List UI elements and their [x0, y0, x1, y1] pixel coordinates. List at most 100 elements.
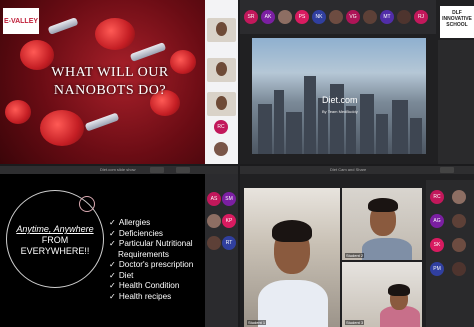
- meeting-collage: E-VALLEY WHAT WILL OUR NANOBOTS DO? RC S…: [0, 0, 474, 327]
- list-item-label: Allergies: [118, 218, 151, 227]
- avatar-initials: AS: [210, 196, 218, 202]
- avatar[interactable]: RC: [214, 120, 228, 134]
- services-list: ✓ Allergies ✓ Deficiencies ✓ Particular Nut…: [109, 218, 207, 302]
- blood-cell-image: [95, 18, 135, 50]
- nanobot-image: [84, 112, 120, 132]
- toolbar-button[interactable]: [176, 167, 190, 173]
- avatar-initials: RJ: [417, 14, 425, 20]
- skyline-image: [360, 94, 374, 154]
- list-item: ✓ Deficiencies: [109, 229, 207, 240]
- avatar[interactable]: [397, 10, 411, 24]
- toolbar-button[interactable]: [440, 167, 454, 173]
- diet-presentation-window: SR AK PS NK VG MT RJ DLF INNOVATIVE SCHO…: [240, 0, 474, 164]
- participant-video: [207, 58, 236, 82]
- avatar[interactable]: RJ: [414, 10, 428, 24]
- checkmark-icon: ✓: [109, 228, 116, 238]
- participant-name: Student 2: [345, 253, 365, 258]
- avatar[interactable]: SK: [430, 238, 444, 252]
- services-slide: Anytime, Anywhere FROM EVERYWHERE!! ✓ All…: [0, 174, 205, 327]
- checkmark-icon: ✓: [109, 291, 116, 301]
- avatar[interactable]: AK: [261, 10, 275, 24]
- avatar[interactable]: [452, 262, 466, 276]
- skyline-image: [392, 100, 408, 154]
- participant-video[interactable]: Student 3: [342, 262, 422, 327]
- checkmark-icon: ✓: [109, 260, 116, 269]
- avatar-initials: RC: [217, 124, 225, 130]
- avatar-initials: KP: [225, 218, 233, 224]
- avatar-initials: SR: [247, 14, 255, 20]
- avatar[interactable]: PS: [295, 10, 309, 24]
- avatar[interactable]: PM: [430, 262, 444, 276]
- avatar[interactable]: [278, 10, 292, 24]
- window-title: Diet Cam and Share: [330, 167, 367, 172]
- checkmark-icon: ✓: [109, 239, 116, 248]
- participant-strip: RC: [205, 0, 238, 164]
- participant-name: Student 1: [247, 320, 267, 325]
- avatar-initials: AG: [433, 218, 441, 224]
- decorative-circle: [79, 196, 95, 212]
- tagline-italic: Anytime, Anywhere: [16, 224, 94, 234]
- avatar[interactable]: [452, 190, 466, 204]
- participant-strip: RC AG SK PM: [426, 180, 474, 327]
- avatar[interactable]: [207, 236, 221, 250]
- avatar[interactable]: [329, 10, 343, 24]
- list-item: ✓ Health recipes: [109, 292, 207, 303]
- diet-slide: Diet.com By Team MedBuddy: [252, 38, 426, 154]
- toolbar-button[interactable]: [150, 167, 164, 173]
- avatar[interactable]: AG: [430, 214, 444, 228]
- avatar-initials: AK: [264, 14, 272, 20]
- participant-image: [388, 284, 410, 296]
- avatar-initials: RT: [225, 240, 233, 246]
- tagline-rest: FROM EVERYWHERE!!: [20, 235, 90, 256]
- blood-cell-image: [40, 110, 84, 146]
- list-item: ✓ Allergies: [109, 218, 207, 229]
- slide-title: WHAT WILL OUR NANOBOTS DO?: [51, 65, 169, 98]
- window-title-bar: Diet.com slide show: [0, 166, 238, 174]
- list-item-label: Doctor's prescription: [118, 260, 194, 269]
- avatar[interactable]: RT: [222, 236, 236, 250]
- skyline-image: [274, 90, 284, 154]
- avatar[interactable]: SM: [222, 192, 236, 206]
- slide-title: Diet.com: [322, 95, 358, 105]
- participant-image: [258, 280, 328, 327]
- services-slide-window: Diet.com slide show Anytime, Anywhere FR…: [0, 166, 238, 327]
- list-item: ✓ Doctor's prescription: [109, 260, 207, 271]
- list-item-label: Health recipes: [118, 291, 172, 301]
- avatar[interactable]: KP: [222, 214, 236, 228]
- avatar[interactable]: NK: [312, 10, 326, 24]
- nanobots-meeting-window: E-VALLEY WHAT WILL OUR NANOBOTS DO? RC: [0, 0, 238, 164]
- skyline-image: [410, 118, 422, 154]
- avatar[interactable]: [214, 142, 228, 156]
- skyline-image: [258, 104, 272, 154]
- participant-video: [207, 18, 236, 42]
- list-item-label: Diet: [118, 270, 134, 280]
- nanobots-slide: E-VALLEY WHAT WILL OUR NANOBOTS DO?: [0, 0, 205, 164]
- avatar[interactable]: RC: [430, 190, 444, 204]
- list-item-label: Requirements: [118, 249, 169, 259]
- list-item: ✓ Health Condition: [109, 281, 207, 292]
- avatar[interactable]: [207, 214, 221, 228]
- skyline-image: [304, 76, 316, 154]
- window-title-bar: Diet Cam and Share: [240, 166, 474, 174]
- avatar-initials: RC: [433, 194, 441, 200]
- avatar[interactable]: [363, 10, 377, 24]
- avatar[interactable]: MT: [380, 10, 394, 24]
- school-logo: E-VALLEY: [3, 8, 39, 34]
- participant-video[interactable]: Student 1: [244, 188, 340, 327]
- participant-name: Student 3: [345, 320, 365, 325]
- avatar[interactable]: VG: [346, 10, 360, 24]
- avatar-initials: PM: [433, 266, 441, 272]
- avatar-initials: NK: [315, 14, 323, 20]
- checkmark-icon: ✓: [109, 281, 116, 290]
- skyline-image: [376, 114, 388, 154]
- participant-video[interactable]: Student 2: [342, 188, 422, 260]
- avatar-initials: VG: [349, 14, 357, 20]
- avatar[interactable]: [452, 214, 466, 228]
- avatar-initials: MT: [383, 14, 391, 20]
- avatar[interactable]: [452, 238, 466, 252]
- avatar-initials: SM: [225, 196, 233, 202]
- avatar[interactable]: SR: [244, 10, 258, 24]
- video-call-window: Diet Cam and Share Student 1 Student 2 S…: [240, 166, 474, 327]
- avatar[interactable]: AS: [207, 192, 221, 206]
- checkmark-icon: ✓: [109, 218, 116, 227]
